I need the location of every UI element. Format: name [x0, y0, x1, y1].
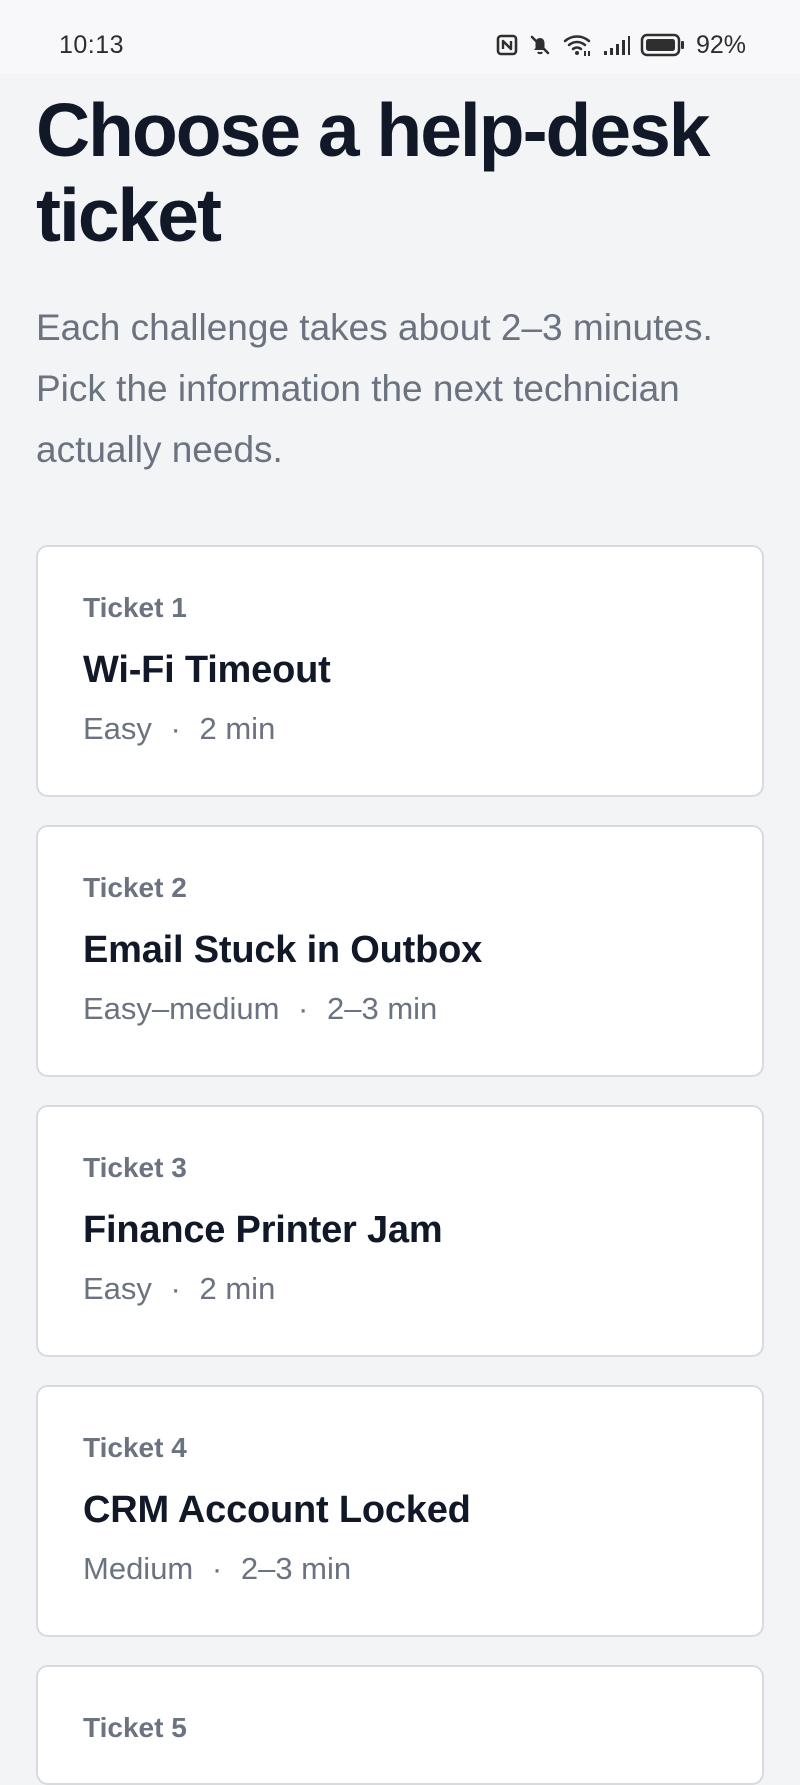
ticket-duration: 2–3 min: [327, 991, 438, 1026]
ticket-card-crm-account-locked[interactable]: Ticket 4 CRM Account Locked Medium · 2–3…: [36, 1385, 764, 1637]
wifi-icon: [562, 33, 592, 57]
mute-icon: [528, 33, 552, 57]
battery-percent: 92%: [695, 31, 746, 59]
ticket-meta: Easy · 2 min: [83, 709, 718, 749]
ticket-title: CRM Account Locked: [83, 1489, 471, 1531]
ticket-duration: 2–3 min: [240, 1551, 352, 1586]
signal-icon: [602, 33, 630, 57]
ticket-difficulty: Easy–medium: [83, 991, 280, 1026]
ticket-meta: Easy · 2 min: [83, 1269, 718, 1309]
status-bar: 10:13 92%: [0, 0, 800, 74]
page-title: Choose a help-desk ticket: [36, 88, 711, 257]
nfc-icon: [496, 34, 518, 56]
ticket-number: Ticket 4: [83, 1432, 187, 1463]
battery-icon: [640, 32, 686, 58]
ticket-card-finance-printer-jam[interactable]: Ticket 3 Finance Printer Jam Easy · 2 mi…: [36, 1105, 764, 1357]
ticket-card-email-stuck-in-outbox[interactable]: Ticket 2 Email Stuck in Outbox Easy–medi…: [36, 825, 764, 1077]
ticket-difficulty: Easy: [83, 711, 152, 746]
ticket-title: Finance Printer Jam: [83, 1209, 443, 1251]
ticket-difficulty: Medium: [83, 1551, 194, 1586]
meta-separator: ·: [298, 991, 309, 1026]
ticket-number: Ticket 5: [83, 1712, 187, 1743]
status-icons: 92%: [496, 28, 746, 62]
meta-separator: ·: [170, 1271, 181, 1306]
ticket-meta: Medium · 2–3 min: [83, 1549, 718, 1589]
meta-separator: ·: [170, 711, 181, 746]
ticket-card-wifi-timeout[interactable]: Ticket 1 Wi-Fi Timeout Easy · 2 min: [36, 545, 764, 797]
ticket-duration: 2 min: [199, 1271, 276, 1306]
ticket-difficulty: Easy: [83, 1271, 152, 1306]
ticket-duration: 2 min: [199, 711, 276, 746]
ticket-number: Ticket 1: [83, 592, 187, 623]
ticket-number: Ticket 3: [83, 1152, 187, 1183]
page-subtitle: Each challenge takes about 2–3 minutes. …: [36, 307, 713, 470]
ticket-number: Ticket 2: [83, 872, 187, 903]
ticket-selection-page: Choose a help-desk ticket Each challenge…: [36, 88, 764, 480]
meta-separator: ·: [211, 1551, 223, 1586]
ticket-meta: Easy–medium · 2–3 min: [83, 989, 718, 1029]
ticket-title: Email Stuck in Outbox: [83, 929, 483, 971]
ticket-card-5[interactable]: Ticket 5: [36, 1665, 764, 1785]
ticket-title: Wi-Fi Timeout: [83, 649, 331, 691]
ticket-list: Ticket 1 Wi-Fi Timeout Easy · 2 min Tick…: [36, 545, 764, 1785]
status-time: 10:13: [59, 31, 125, 59]
